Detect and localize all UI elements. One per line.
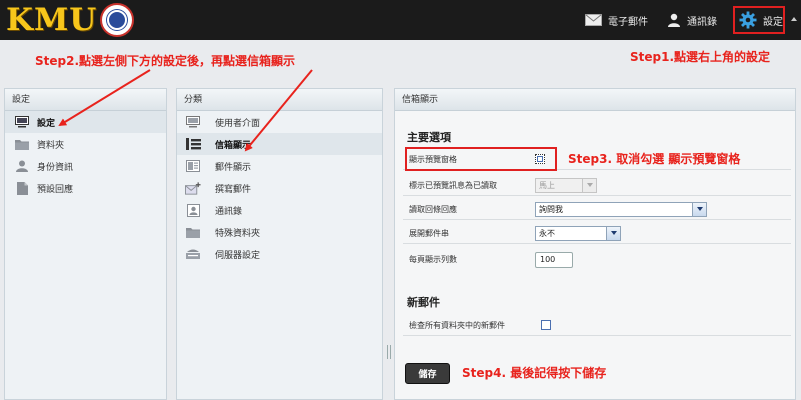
section-item-label: 通訊錄 <box>215 206 243 217</box>
step3-instruction: Step3. 取消勾選 顯示預覽窗格 <box>568 152 741 166</box>
document-icon <box>15 181 29 195</box>
chevron-down-icon <box>582 178 596 192</box>
gear-icon <box>739 11 757 29</box>
top-header: KMU 電子郵件 通訊錄 設定 <box>0 0 801 40</box>
compose-mail-icon <box>185 181 201 195</box>
section-item-server-settings[interactable]: 伺服器設定 <box>177 243 382 265</box>
mark-read-label: 標示已預覽訊息為已讀取 <box>409 180 497 190</box>
settings-item-responses[interactable]: 預設回應 <box>5 177 166 199</box>
row-expand-threads: 展開郵件串 永不 <box>403 223 791 244</box>
expand-threads-value: 永不 <box>539 228 555 238</box>
section-item-label: 信箱顯示 <box>215 140 252 151</box>
settings-panel-title: 設定 <box>5 89 166 111</box>
step2-instruction: Step2.點選左側下方的設定後，再點選信箱顯示 <box>35 54 296 68</box>
section-item-mailbox-view[interactable]: 信箱顯示 <box>177 133 382 155</box>
expand-threads-label: 展開郵件串 <box>409 228 449 238</box>
expand-threads-select[interactable]: 永不 <box>535 225 621 241</box>
main-options-heading: 主要選項 <box>407 131 451 144</box>
step4-instruction: Step4. 最後記得按下儲存 <box>462 366 607 380</box>
mark-read-select: 馬上 <box>535 177 597 193</box>
settings-item-identities[interactable]: 身份資訊 <box>5 155 166 177</box>
row-read-receipts: 讀取回條回應 詢問我 <box>403 199 791 220</box>
settings-item-folders[interactable]: 資料夾 <box>5 133 166 155</box>
settings-item-label: 預設回應 <box>37 184 74 195</box>
logo-text: KMU <box>6 2 98 38</box>
nav-contacts-label: 通訊錄 <box>687 16 717 28</box>
section-item-label: 郵件顯示 <box>215 162 252 173</box>
section-item-label: 撰寫郵件 <box>215 184 252 195</box>
monitor-icon <box>185 116 201 128</box>
message-view-icon <box>185 160 201 172</box>
person-icon <box>15 160 29 172</box>
address-book-icon <box>185 203 201 217</box>
read-receipts-value: 詢問我 <box>539 204 563 214</box>
nav-mail-link[interactable]: 電子郵件 <box>585 10 648 30</box>
section-item-label: 伺服器設定 <box>215 250 261 261</box>
read-receipts-label: 讀取回條回應 <box>409 204 457 214</box>
nav-settings-label: 設定 <box>763 16 783 28</box>
panel-resize-handle[interactable] <box>387 345 391 359</box>
chevron-down-icon <box>606 226 620 240</box>
mark-read-value: 馬上 <box>539 180 555 190</box>
page-size-label: 每頁顯示列數 <box>409 255 457 264</box>
university-seal-icon <box>100 3 135 37</box>
preview-highlight-box <box>405 147 557 171</box>
section-item-addressbook[interactable]: 通訊錄 <box>177 199 382 221</box>
person-icon <box>668 13 680 27</box>
section-item-special-folders[interactable]: 特殊資料夾 <box>177 221 382 243</box>
server-icon <box>185 248 201 260</box>
caret-up-icon[interactable] <box>791 17 797 21</box>
folder-icon <box>15 138 29 150</box>
save-button[interactable]: 儲存 <box>405 363 450 384</box>
section-item-label: 使用者介面 <box>215 118 261 129</box>
kmu-logo[interactable]: KMU <box>6 2 135 38</box>
section-item-compose[interactable]: 撰寫郵件 <box>177 177 382 199</box>
settings-item-settings[interactable]: 設定 <box>5 111 166 133</box>
settings-item-label: 資料夾 <box>37 140 65 151</box>
mailbox-list-icon <box>185 138 201 150</box>
nav-mail-label: 電子郵件 <box>608 16 648 28</box>
section-item-message-view[interactable]: 郵件顯示 <box>177 155 382 177</box>
sections-panel: 分類 使用者介面 信箱顯示 郵件顯示 撰寫郵件 通訊錄 特殊資料夾 伺服器設定 <box>176 88 383 400</box>
new-mail-heading: 新郵件 <box>407 296 440 309</box>
preferences-panel-title: 信箱顯示 <box>395 89 795 111</box>
row-page-size: 每頁顯示列數 100 <box>403 249 791 270</box>
envelope-icon <box>585 14 602 26</box>
settings-item-label: 身份資訊 <box>37 162 74 173</box>
read-receipts-select[interactable]: 詢問我 <box>535 201 707 217</box>
preferences-panel: 信箱顯示 主要選項 顯示預覽窗格 標示已預覽訊息為已讀取 馬上 讀取回條回應 詢… <box>394 88 796 400</box>
sections-panel-title: 分類 <box>177 89 382 111</box>
settings-panel: 設定 設定 資料夾 身份資訊 預設回應 <box>4 88 167 400</box>
check-all-folders-checkbox[interactable] <box>541 320 551 330</box>
monitor-icon <box>15 116 29 128</box>
section-item-user-interface[interactable]: 使用者介面 <box>177 111 382 133</box>
page-size-input[interactable]: 100 <box>535 251 573 268</box>
nav-contacts-link[interactable]: 通訊錄 <box>667 10 717 30</box>
check-all-folders-label: 檢查所有資料夾中的新郵件 <box>409 320 505 330</box>
section-item-label: 特殊資料夾 <box>215 228 261 239</box>
chevron-down-icon <box>692 202 706 216</box>
step1-instruction: Step1.點選右上角的設定 <box>630 50 771 64</box>
nav-settings-link[interactable]: 設定 <box>733 6 785 34</box>
settings-item-label: 設定 <box>37 118 56 129</box>
row-mark-read: 標示已預覽訊息為已讀取 馬上 <box>403 175 791 196</box>
row-check-all-folders: 檢查所有資料夾中的新郵件 <box>403 315 791 336</box>
folder-icon <box>185 226 201 238</box>
